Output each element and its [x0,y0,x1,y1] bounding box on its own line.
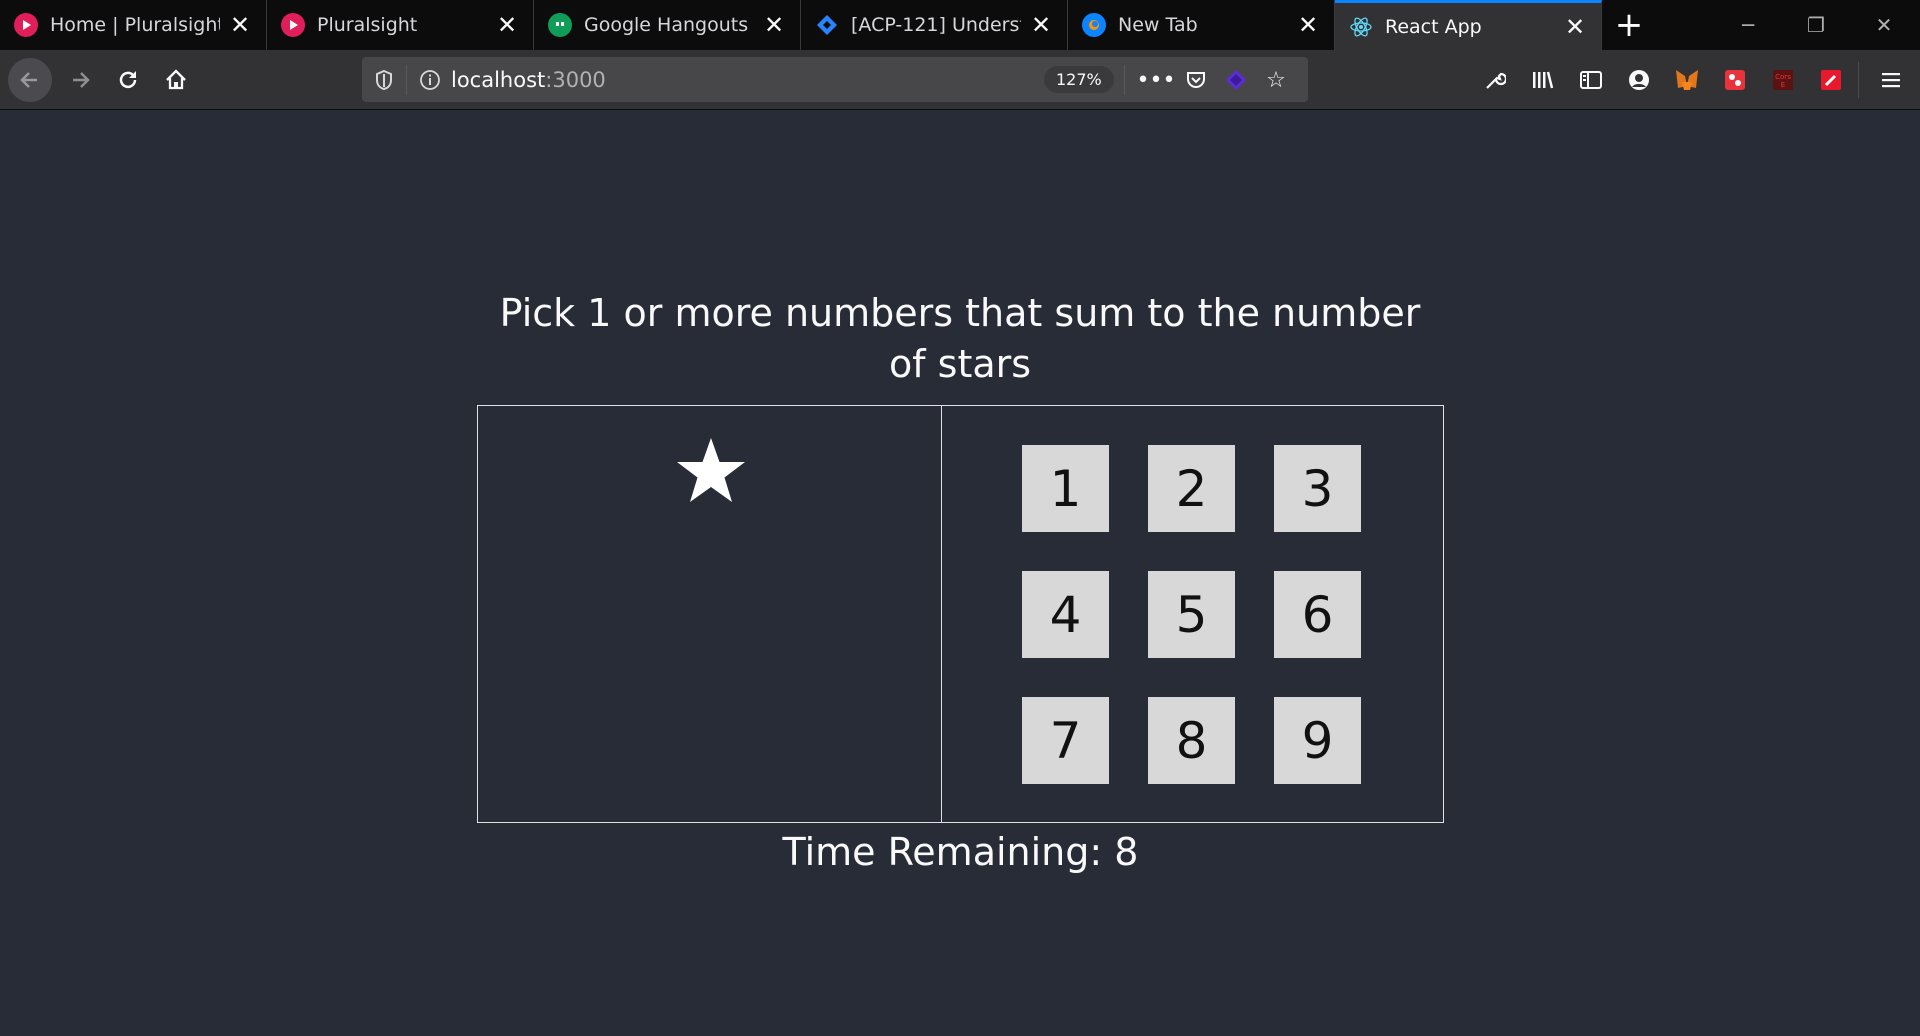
number-button-8[interactable]: 8 [1148,697,1235,784]
url-text[interactable]: localhost:3000 [451,68,606,92]
jira-icon [815,13,839,37]
sidebar-icon[interactable] [1574,63,1608,97]
forward-button[interactable] [58,58,102,102]
account-icon[interactable] [1622,63,1656,97]
tab-title: React App [1385,15,1482,38]
tab-title: Pluralsight [317,14,418,36]
extension-icon[interactable] [1218,62,1254,98]
time-remaining: Time Remaining: 8 [782,830,1139,874]
url-port: :3000 [545,67,606,92]
cors-extension-icon[interactable]: Cors E [1766,63,1800,97]
game-prompt: Pick 1 or more numbers that sum to the n… [499,291,1421,386]
tab-title: [ACP-121] Understand [851,14,1021,36]
number-button-4[interactable]: 4 [1022,571,1109,658]
extension-red-pen-icon[interactable] [1814,63,1848,97]
svg-text:E: E [1781,81,1785,89]
navigation-toolbar: localhost:3000 127% ••• ☆ Cors E [0,50,1920,110]
divider [406,64,407,95]
close-icon[interactable]: ✕ [762,11,786,39]
stars-pane [478,406,942,822]
number-button-3[interactable]: 3 [1274,445,1361,532]
bookmark-star-icon[interactable]: ☆ [1258,62,1294,98]
close-icon[interactable]: ✕ [1296,11,1320,39]
tab-home-pluralsight[interactable]: Home | Pluralsight ✕ [0,0,267,50]
page-actions-icon[interactable]: ••• [1137,62,1176,98]
tab-new-tab[interactable]: New Tab ✕ [1068,0,1335,50]
hangouts-icon [548,13,572,37]
new-tab-button[interactable]: + [1602,0,1656,50]
wrench-icon[interactable] [1478,63,1512,97]
number-button-1[interactable]: 1 [1022,445,1109,532]
pluralsight-icon [281,13,305,37]
tab-title: New Tab [1118,14,1198,36]
home-button[interactable] [154,58,198,102]
info-icon[interactable] [419,69,441,91]
extension-red-puzzle-icon[interactable] [1718,63,1752,97]
tab-title: Home | Pluralsight [50,14,220,36]
url-host: localhost [451,67,546,92]
close-icon[interactable]: ✕ [1029,11,1053,39]
address-bar[interactable]: localhost:3000 127% ••• ☆ [362,57,1308,102]
metamask-icon[interactable] [1670,63,1704,97]
arrow-right-icon [73,72,90,88]
restore-icon[interactable]: ❐ [1782,0,1850,50]
arrow-left-icon [20,72,37,88]
tab-google-hangouts[interactable]: Google Hangouts ✕ [534,0,801,50]
zoom-indicator[interactable]: 127% [1044,66,1114,93]
number-button-2[interactable]: 2 [1148,445,1235,532]
home-icon [166,69,186,90]
game-board: 1 2 3 4 5 6 7 8 9 [477,405,1444,823]
close-icon[interactable]: ✕ [1563,13,1587,41]
pluralsight-icon [14,13,38,37]
reload-icon [119,71,137,89]
number-button-9[interactable]: 9 [1274,697,1361,784]
tab-jira-acp-121[interactable]: [ACP-121] Understand ✕ [801,0,1068,50]
hamburger-menu-icon[interactable] [1874,63,1908,97]
minimize-icon[interactable]: ─ [1714,0,1782,50]
close-icon[interactable]: ✕ [228,11,252,39]
tab-react-app[interactable]: React App ✕ [1335,0,1602,50]
number-button-7[interactable]: 7 [1022,697,1109,784]
close-window-icon[interactable]: ✕ [1850,0,1918,50]
react-icon [1349,15,1373,39]
svg-text:Cors: Cors [1775,73,1791,81]
firefox-icon [1082,13,1106,37]
number-button-6[interactable]: 6 [1274,571,1361,658]
number-button-5[interactable]: 5 [1148,571,1235,658]
numbers-pane: 1 2 3 4 5 6 7 8 9 [942,406,1443,822]
back-button[interactable] [8,58,52,102]
library-icon[interactable] [1526,63,1560,97]
star-icon [677,438,745,502]
reload-button[interactable] [106,58,150,102]
tab-strip: Home | Pluralsight ✕ Pluralsight ✕ Googl… [0,0,1920,50]
pocket-icon[interactable] [1178,62,1214,98]
divider [1858,62,1859,98]
shield-icon[interactable] [374,69,394,91]
divider [1124,65,1125,95]
close-icon[interactable]: ✕ [495,11,519,39]
tab-pluralsight[interactable]: Pluralsight ✕ [267,0,534,50]
tab-title: Google Hangouts [584,14,749,36]
